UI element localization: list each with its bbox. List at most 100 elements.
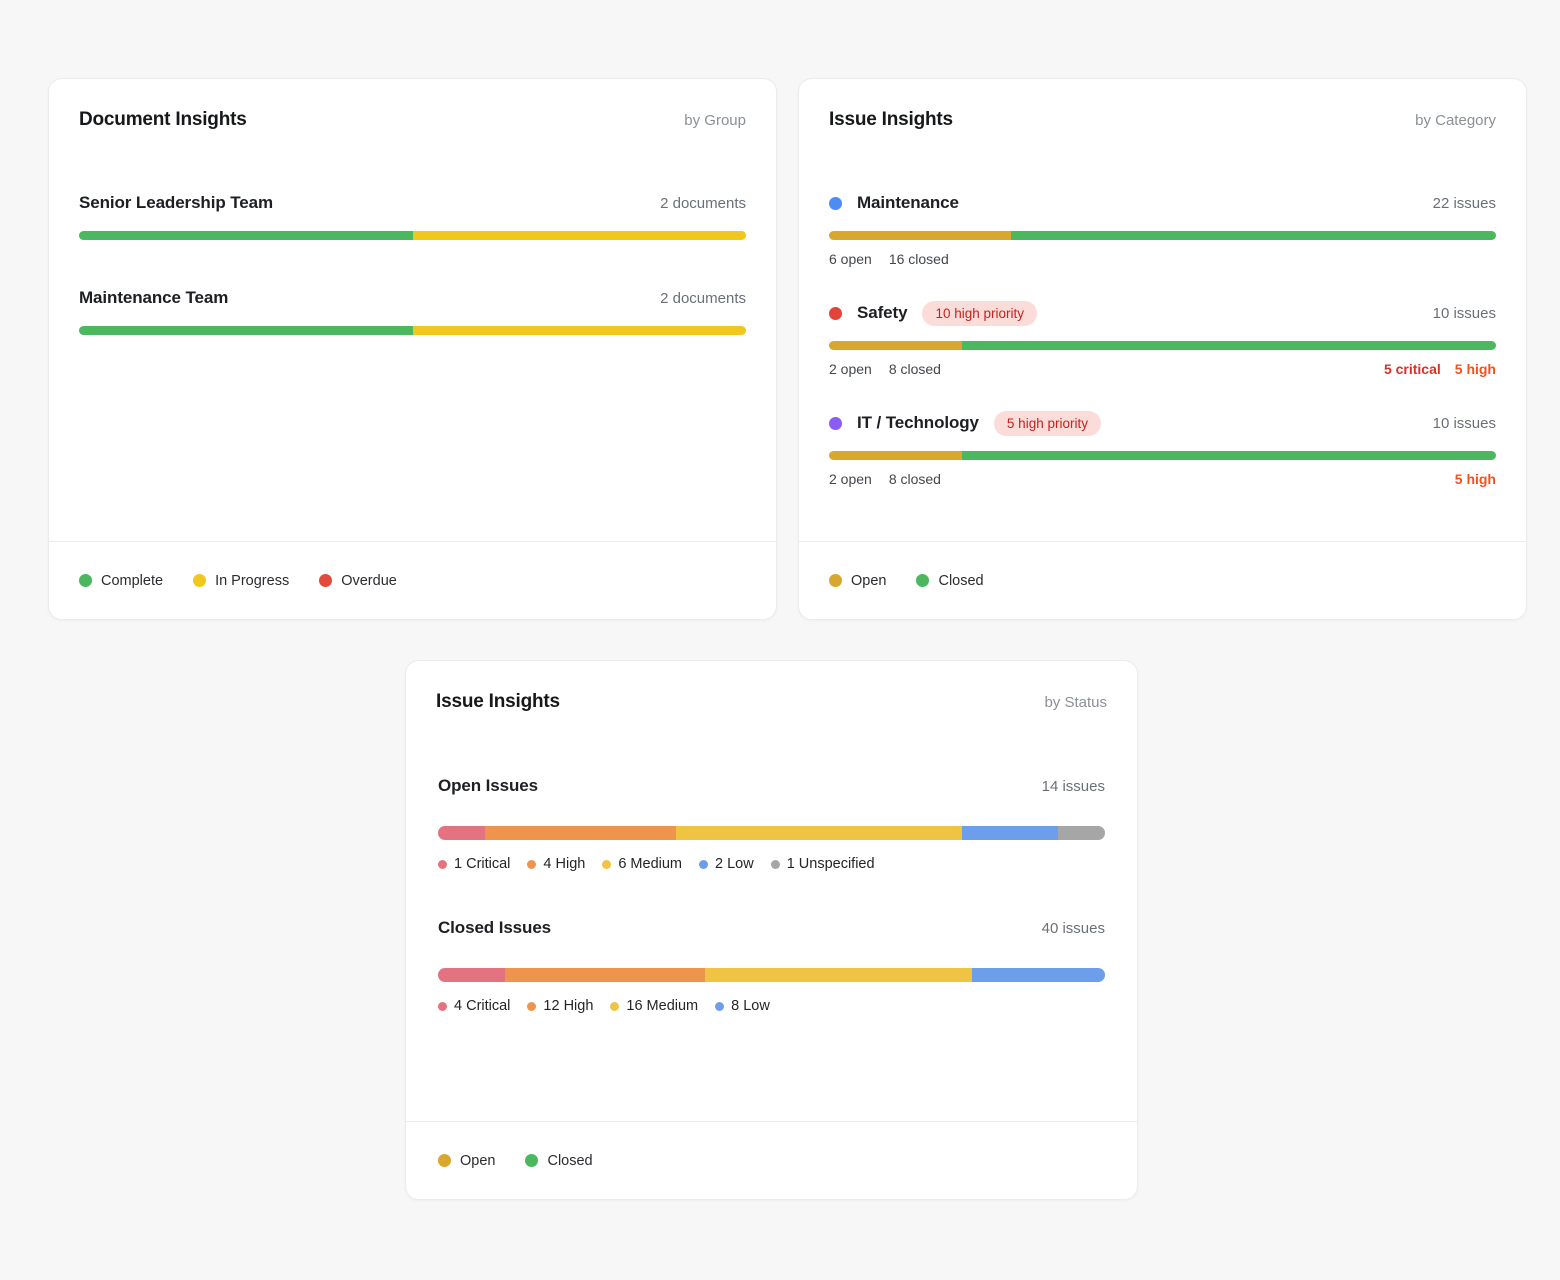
open-count: 6 open [829, 251, 872, 269]
progress-bar [79, 326, 746, 335]
bar-segment-in-progress [413, 326, 747, 335]
legend-item: Closed [525, 1153, 592, 1169]
card-subtitle-by-group: by Group [684, 112, 746, 129]
document-count: 2 documents [660, 290, 746, 307]
bar-segment-open [829, 451, 962, 460]
row-header: IT / Technology5 high priority 10 issues [829, 409, 1496, 437]
row-subtext: 2 open8 closed5 critical5 high [829, 361, 1496, 379]
legend-label: Open [460, 1153, 495, 1169]
legend-dot-icon [79, 574, 92, 587]
bar-segment-16-medium [705, 968, 972, 982]
bar-segment-open [829, 231, 1011, 240]
priority-notes: 5 high [1455, 471, 1496, 489]
legend-dot-icon [438, 1154, 451, 1167]
category-dot-icon [829, 307, 842, 320]
issue-count: 14 issues [1042, 778, 1105, 795]
legend-item: Open [438, 1153, 495, 1169]
card-title: Issue Insights [436, 691, 560, 713]
severity-dot-icon [699, 860, 708, 869]
severity-legend-item: 4 Critical [438, 998, 510, 1014]
category-label-group: Maintenance [829, 193, 959, 213]
severity-dot-icon [527, 1002, 536, 1011]
category-row: IT / Technology5 high priority 10 issues 2… [829, 409, 1496, 489]
severity-legend-item: 16 Medium [610, 998, 698, 1014]
status-section: Open Issues14 issues1 Critical4 High6 Me… [438, 772, 1105, 872]
group-name: Maintenance Team [79, 288, 228, 308]
legend-dot-icon [525, 1154, 538, 1167]
open-closed-counts: 6 open 16 closed [829, 251, 949, 269]
legend-label: Closed [938, 573, 983, 589]
closed-count: 16 closed [889, 251, 949, 269]
severity-dot-icon [527, 860, 536, 869]
bar-segment-closed [1011, 231, 1496, 240]
progress-bar [829, 341, 1496, 350]
open-closed-counts: 2 open8 closed [829, 471, 941, 489]
row-header: Maintenance 22 issues [829, 189, 1496, 217]
severity-dot-icon [610, 1002, 619, 1011]
severity-label: 4 High [543, 856, 585, 872]
legend-item: Open [829, 573, 886, 589]
severity-dot-icon [771, 860, 780, 869]
issue-count: 10 issues [1433, 415, 1496, 432]
legend-item: In Progress [193, 573, 289, 589]
progress-bar [438, 968, 1105, 982]
legend-item: Overdue [319, 573, 397, 589]
category-insights-rows: Maintenance 22 issues 6 open 16 closed Safet… [799, 189, 1526, 489]
issue-count: 10 issues [1433, 305, 1496, 322]
document-insights-card: Document Insights by Group Senior Leader… [48, 78, 777, 620]
category-name: Safety [857, 303, 907, 323]
severity-legend: 1 Critical4 High6 Medium2 Low1 Unspecifi… [438, 856, 1105, 872]
document-group-row: Senior Leadership Team 2 documents [79, 189, 746, 240]
severity-legend: 4 Critical 12 High 16 Medium 8 Low [438, 998, 1105, 1014]
bar-segment-6-medium [676, 826, 962, 840]
open-count: 2 open [829, 471, 872, 489]
legend-item: Closed [916, 573, 983, 589]
severity-label: 8 Low [731, 998, 770, 1014]
severity-dot-icon [602, 860, 611, 869]
bar-segment-4-critical [438, 968, 505, 982]
category-row: Maintenance 22 issues 6 open 16 closed [829, 189, 1496, 269]
bar-segment-1-critical [438, 826, 485, 840]
severity-legend-item: 12 High [527, 998, 593, 1014]
progress-bar [829, 451, 1496, 460]
bar-segment-2-low [962, 826, 1057, 840]
category-row: Safety10 high priority 10 issues 2 open8 c… [829, 299, 1496, 379]
legend-dot-icon [829, 574, 842, 587]
severity-dot-icon [438, 860, 447, 869]
severity-label: 1 Unspecified [787, 856, 875, 872]
card-title: Issue Insights [829, 109, 953, 131]
group-name: Senior Leadership Team [79, 193, 273, 213]
severity-legend-item: 1 Critical [438, 856, 510, 872]
bar-segment-in-progress [413, 231, 747, 240]
bar-segment-8-low [972, 968, 1105, 982]
legend-dot-icon [319, 574, 332, 587]
document-insights-rows: Senior Leadership Team2 documentsMainten… [49, 189, 776, 335]
row-header: Senior Leadership Team 2 documents [79, 189, 746, 217]
card-header: Issue Insights by Status [406, 661, 1137, 713]
card-title: Document Insights [79, 109, 247, 131]
card-subtitle-by-category: by Category [1415, 112, 1496, 129]
document-insights-legend: Complete In Progress Overdue [49, 541, 776, 619]
severity-legend-item: 8 Low [715, 998, 770, 1014]
category-name: IT / Technology [857, 413, 979, 433]
bar-segment-complete [79, 326, 413, 335]
legend-label: In Progress [215, 573, 289, 589]
row-subtext: 6 open 16 closed [829, 251, 1496, 269]
priority-notes: 5 critical5 high [1384, 361, 1496, 379]
card-header: Issue Insights by Category [799, 79, 1526, 131]
severity-dot-icon [438, 1002, 447, 1011]
severity-legend-item: 1 Unspecified [771, 856, 875, 872]
legend-label: Complete [101, 573, 163, 589]
row-header: Closed Issues40 issues [438, 914, 1105, 942]
bar-segment-open [829, 341, 962, 350]
bar-segment-4-high [485, 826, 676, 840]
issue-count: 22 issues [1433, 195, 1496, 212]
category-label-group: IT / Technology5 high priority [829, 411, 1101, 436]
priority-note: 5 high [1455, 361, 1496, 379]
status-section: Closed Issues40 issues 4 Critical 12 High 1… [438, 914, 1105, 1014]
document-group-row: Maintenance Team 2 documents [79, 284, 746, 335]
card-header: Document Insights by Group [49, 79, 776, 131]
issue-count: 40 issues [1042, 920, 1105, 937]
category-label-group: Safety10 high priority [829, 301, 1037, 326]
document-count: 2 documents [660, 195, 746, 212]
